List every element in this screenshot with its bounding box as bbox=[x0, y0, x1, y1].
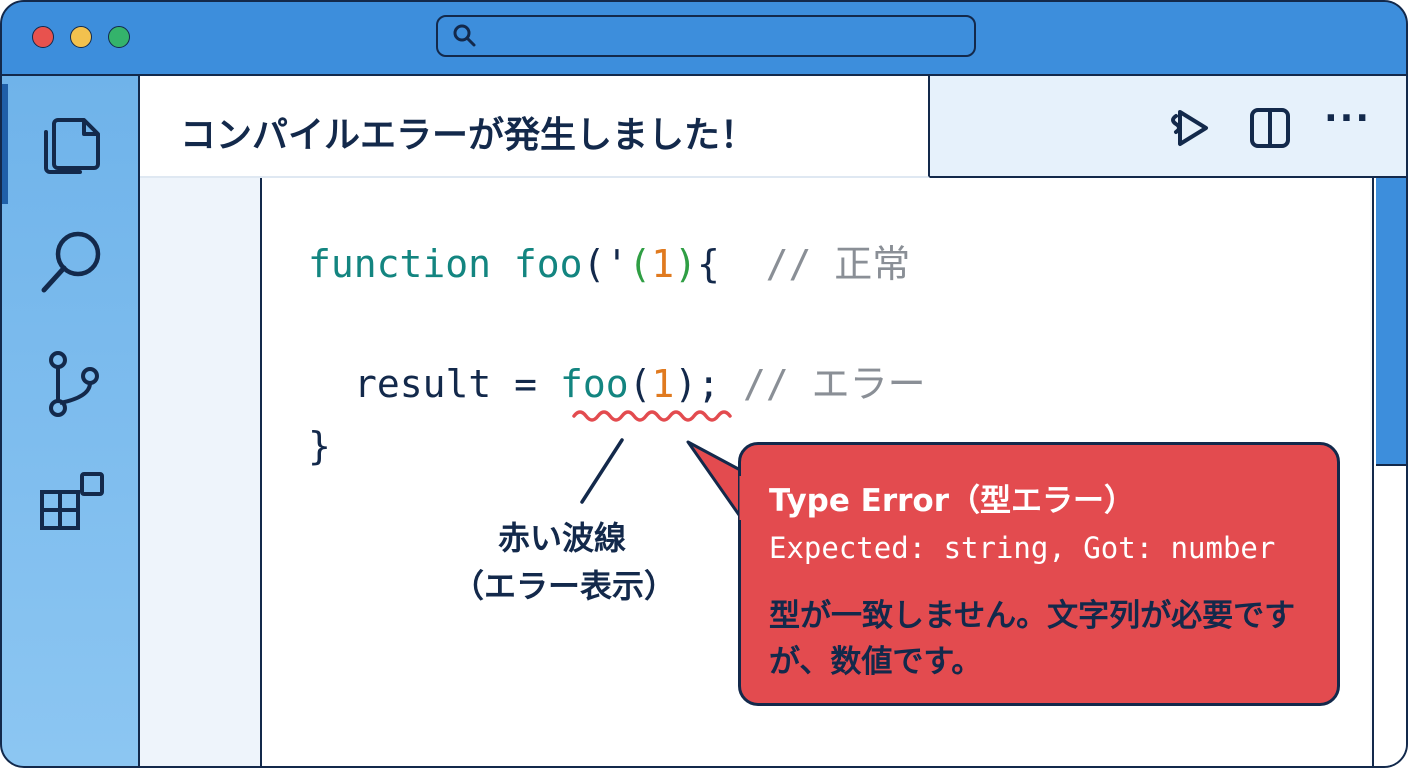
error-message: 型が一致しません。文字列が必要ですが、数値です。 bbox=[769, 598, 1296, 680]
error-detail: Expected: string, Got: number bbox=[769, 531, 1276, 565]
error-title: Type Error（型エラー） bbox=[769, 483, 1136, 519]
error-tooltip: Type Error（型エラー） Expected: string, Got: … bbox=[738, 442, 1340, 706]
annotation-line-2: （エラー表示） bbox=[452, 567, 677, 605]
annotation-pointer bbox=[580, 438, 624, 504]
bubble-tail bbox=[686, 440, 746, 524]
annotation-line-1: 赤い波線 bbox=[497, 519, 626, 557]
editor-window: コンパイルエラーが発生しました！ ··· function foo('(1){ … bbox=[0, 0, 1408, 768]
squiggle-annotation: 赤い波線 （エラー表示） bbox=[452, 514, 677, 610]
error-squiggle bbox=[572, 410, 732, 422]
